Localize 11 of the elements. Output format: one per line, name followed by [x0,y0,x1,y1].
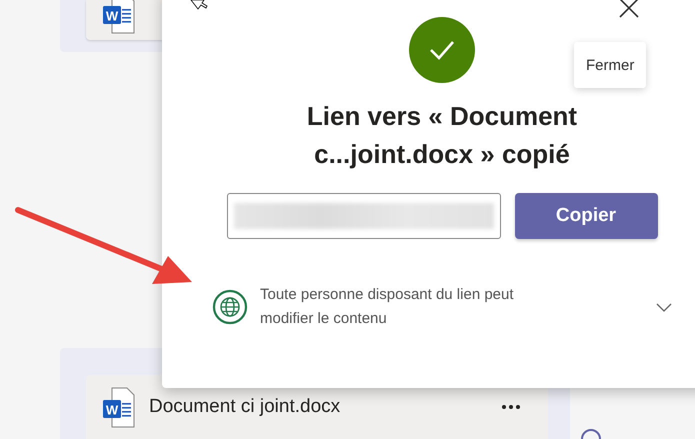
globe-icon [212,289,248,325]
avatar-ring-icon [580,428,602,439]
link-field[interactable] [226,193,500,239]
tooltip: Fermer [574,42,646,88]
chevron-icon[interactable] [656,302,672,312]
close-button[interactable] [617,0,641,20]
permission-text: Toute personne disposant du lien peut modifier le contenu [260,285,515,329]
copy-button[interactable]: Copier [514,193,658,239]
more-options-icon[interactable] [502,405,520,409]
dialog-title: Lien vers « Document c...joint.docx » copié [306,100,578,171]
file-name: Document ci joint.docx [149,396,342,418]
